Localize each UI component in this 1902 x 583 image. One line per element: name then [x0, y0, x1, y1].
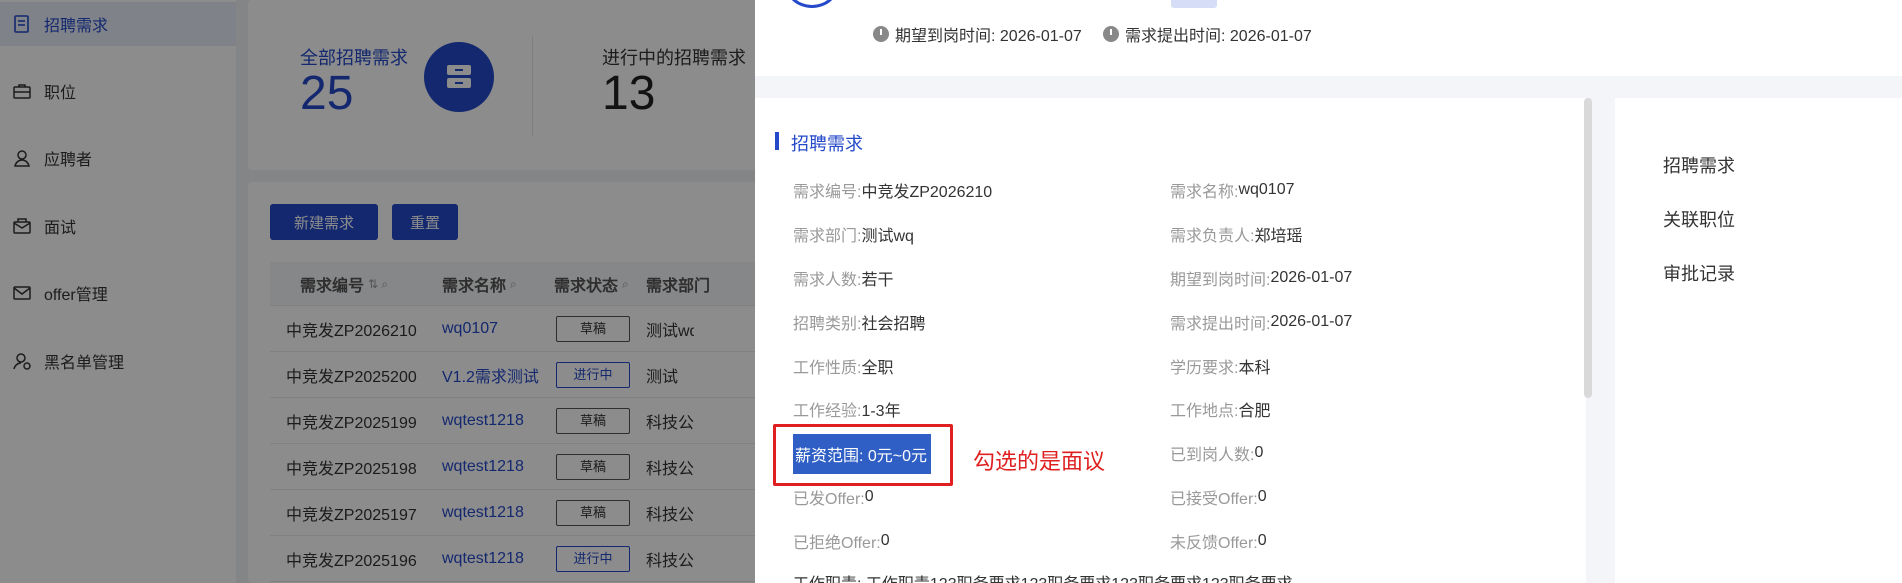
- field-submitted-date: 需求提出时间: 2026-01-07: [1170, 313, 1353, 333]
- field-offer-sent: 已发Offer: 0: [793, 488, 874, 508]
- field-location: 工作地点: 合肥: [1170, 403, 1271, 420]
- field-experience: 工作经验: 1-3年: [793, 403, 901, 420]
- field-owner: 需求负责人: 郑培瑶: [1170, 228, 1303, 245]
- field-expected-date: 期望到岗时间: 2026-01-07: [1170, 269, 1353, 289]
- drawer-side-nav: 招聘需求 关联职位 审批记录: [1615, 98, 1902, 583]
- field-duties: 工作职责: 工作职责123职务要求123职务要求123职务要求123职务要求: [793, 570, 1393, 583]
- field-offer-accepted: 已接受Offer: 0: [1170, 488, 1267, 508]
- side-nav-linked-positions[interactable]: 关联职位: [1663, 206, 1735, 232]
- drawer-header: 期望到岗时间: 2026-01-07 需求提出时间: 2026-01-07: [755, 0, 1902, 76]
- scrollbar[interactable]: [1584, 98, 1592, 398]
- requirement-info-card: 招聘需求 需求编号: 中竞发ZP2026210 需求名称: wq0107 需求部门:…: [755, 98, 1592, 583]
- salary-range-selected: 薪资范围: 0元~0元: [793, 434, 931, 474]
- clock-icon: [1103, 26, 1119, 42]
- header-tag: [1171, 0, 1217, 8]
- side-nav-approval-records[interactable]: 审批记录: [1663, 260, 1735, 286]
- field-offer-rejected: 已拒绝Offer: 0: [793, 532, 890, 552]
- field-type: 招聘类别: 社会招聘: [793, 316, 926, 333]
- field-arrived: 已到岗人数: 0: [1170, 444, 1264, 464]
- field-dept: 需求部门: 测试wq: [793, 228, 914, 245]
- submitted-date-meta: 需求提出时间: 2026-01-07: [1103, 22, 1312, 46]
- avatar: [785, 0, 839, 8]
- section-marker: [775, 132, 779, 150]
- annotation-text: 勾选的是面议: [973, 449, 1106, 474]
- field-offer-noreply: 未反馈Offer: 0: [1170, 532, 1267, 552]
- field-count: 需求人数: 若干: [793, 272, 894, 289]
- field-education: 学历要求: 本科: [1170, 360, 1271, 377]
- field-name: 需求名称: wq0107: [1170, 181, 1295, 201]
- field-code: 需求编号: 中竞发ZP2026210: [793, 184, 993, 201]
- side-nav-requirements[interactable]: 招聘需求: [1663, 152, 1735, 178]
- modal-overlay[interactable]: [0, 0, 755, 583]
- section-title: 招聘需求: [791, 134, 863, 154]
- clock-icon: [873, 26, 889, 42]
- detail-drawer: 期望到岗时间: 2026-01-07 需求提出时间: 2026-01-07 招聘…: [755, 0, 1902, 583]
- expected-date-meta: 期望到岗时间: 2026-01-07: [873, 22, 1082, 46]
- field-nature: 工作性质: 全职: [793, 360, 894, 377]
